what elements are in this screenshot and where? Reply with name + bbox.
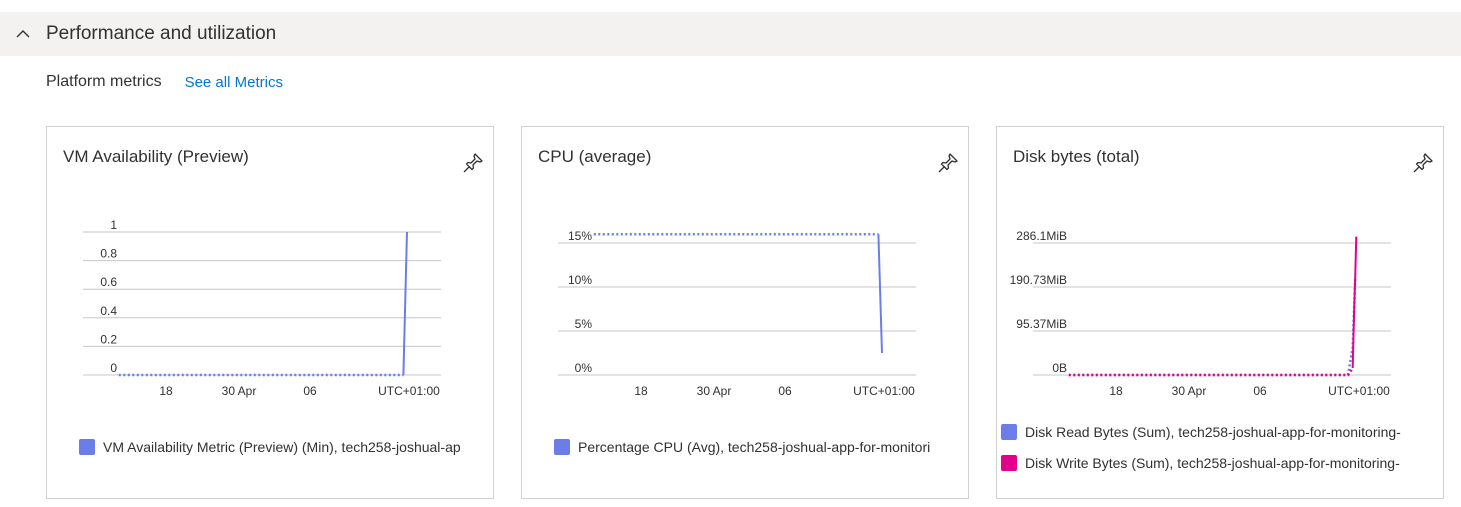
see-all-metrics-link[interactable]: See all Metrics xyxy=(185,74,283,91)
y-tick-label: 95.37MiB xyxy=(1016,317,1067,331)
y-tick-label: 0 xyxy=(110,361,117,375)
y-tick-label: 0.4 xyxy=(100,304,117,318)
x-tick-label: 30 Apr xyxy=(222,384,257,398)
metrics-subheader: Platform metrics See all Metrics xyxy=(46,70,283,94)
series-line xyxy=(877,234,883,354)
legend-swatch xyxy=(1001,455,1017,471)
y-tick-label: 286.1MiB xyxy=(1016,229,1067,243)
series-line xyxy=(1068,367,1354,377)
card-title: Disk bytes (total) xyxy=(1013,147,1140,166)
legend-label: Disk Read Bytes (Sum), tech258-joshual-a… xyxy=(1025,424,1401,440)
x-tick-label: 18 xyxy=(634,384,648,398)
legend-swatch xyxy=(1001,424,1017,440)
collapse-chevron-icon[interactable] xyxy=(12,24,34,44)
platform-metrics-label: Platform metrics xyxy=(46,73,162,90)
x-tick-label: UTC+01:00 xyxy=(378,384,440,398)
x-tick-label: 30 Apr xyxy=(697,384,732,398)
disk-bytes-card[interactable]: Disk bytes (total) 286.1MiB 190.73MiB 95.3… xyxy=(996,126,1444,499)
legend-item[interactable]: Percentage CPU (Avg), tech258-joshual-ap… xyxy=(554,439,956,455)
y-tick-label: 0% xyxy=(575,361,593,375)
legend-label: Disk Write Bytes (Sum), tech258-joshual-… xyxy=(1025,455,1400,471)
x-tick-label: UTC+01:00 xyxy=(853,384,915,398)
legend-swatch xyxy=(554,439,570,455)
card-title: CPU (average) xyxy=(538,147,652,166)
y-tick-label: 5% xyxy=(575,317,593,331)
x-tick-label: 30 Apr xyxy=(1172,384,1207,398)
x-tick-label: 06 xyxy=(1253,384,1267,398)
y-tick-label: 1 xyxy=(110,218,117,232)
y-tick-label: 0.8 xyxy=(100,247,117,261)
y-tick-label: 190.73MiB xyxy=(1010,273,1067,287)
cpu-average-chart: 15% 10% 5% 0% 18 30 Apr 06 UTC+01:00 xyxy=(558,229,916,398)
legend-item[interactable]: Disk Read Bytes (Sum), tech258-joshual-a… xyxy=(1001,424,1403,440)
section-title: Performance and utilization xyxy=(46,23,277,44)
pin-icon[interactable] xyxy=(936,151,960,175)
legend-item[interactable]: VM Availability Metric (Preview) (Min), … xyxy=(79,439,481,455)
x-tick-label: 06 xyxy=(778,384,792,398)
pin-icon[interactable] xyxy=(461,151,485,175)
x-tick-label: 06 xyxy=(303,384,317,398)
x-tick-label: 18 xyxy=(159,384,173,398)
vm-availability-chart: 1 0.8 0.6 0.4 0.2 0 18 30 Apr 06 UTC+01:00 xyxy=(83,218,441,398)
series-line xyxy=(1068,278,1357,377)
legend-item[interactable]: Disk Write Bytes (Sum), tech258-joshual-… xyxy=(1001,455,1403,471)
series-line xyxy=(402,231,408,376)
legend-label: VM Availability Metric (Preview) (Min), … xyxy=(103,439,461,455)
x-tick-label: 18 xyxy=(1109,384,1123,398)
cpu-average-card[interactable]: CPU (average) 15% 10% 5% 0% 18 30 Apr 06 UTC+01… xyxy=(521,126,969,499)
card-title: VM Availability (Preview) xyxy=(63,147,249,166)
legend-label: Percentage CPU (Avg), tech258-joshual-ap… xyxy=(578,439,931,455)
legend-swatch xyxy=(79,439,95,455)
disk-bytes-chart: 286.1MiB 190.73MiB 95.37MiB 0B 18 30 Apr 06 UTC… xyxy=(1010,229,1391,398)
section-header[interactable]: Performance and utilization xyxy=(0,12,1461,56)
y-tick-label: 0.2 xyxy=(100,332,117,346)
vm-availability-card[interactable]: VM Availability (Preview) 1 0.8 0.6 0.4 0.2 0… xyxy=(46,126,494,499)
pin-icon[interactable] xyxy=(1411,151,1435,175)
y-tick-label: 0B xyxy=(1052,361,1067,375)
x-tick-label: UTC+01:00 xyxy=(1328,384,1390,398)
y-tick-label: 0.6 xyxy=(100,275,117,289)
y-tick-label: 15% xyxy=(568,229,592,243)
y-tick-label: 10% xyxy=(568,273,592,287)
